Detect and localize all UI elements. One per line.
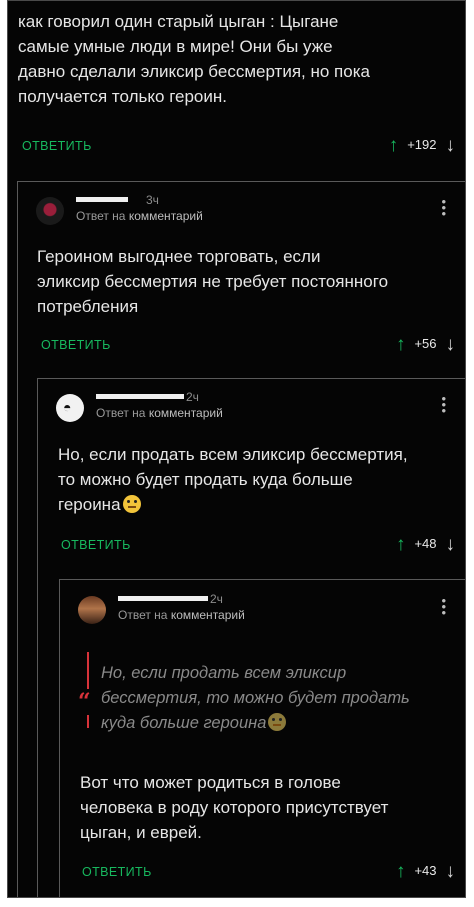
quote-line: Но, если продать всем эликсир <box>101 664 347 682</box>
vote-control: ↑ +43 ↓ <box>396 861 455 883</box>
arrow-up-icon[interactable]: ↑ <box>396 861 406 882</box>
text-line: эликсир бессмертия не требует постоянног… <box>37 272 389 291</box>
quote-line-with-emoji: куда больше героина <box>101 711 456 736</box>
more-vertical-icon[interactable]: • • • <box>441 392 446 417</box>
text-line: человека в роду которого присутствует <box>80 798 389 817</box>
more-vertical-icon[interactable]: • • • <box>441 594 446 619</box>
reply-to-link[interactable]: комментарий <box>171 608 245 622</box>
comment-3-header: ◓ 2ч Ответ на комментарий • • • <box>56 390 456 428</box>
thread-line <box>59 579 60 897</box>
timestamp: 2ч <box>186 390 199 404</box>
reply-button[interactable]: ОТВЕТИТЬ <box>82 865 152 879</box>
score: +48 <box>414 536 437 551</box>
text-line: потребления <box>37 297 139 316</box>
reply-to-prefix: Ответ на <box>96 406 146 420</box>
comment-3-text: Но, если продать всем эликсир бессмертия… <box>58 442 458 517</box>
username-redacted[interactable] <box>96 394 184 399</box>
thread-divider <box>37 378 465 379</box>
arrow-up-icon[interactable]: ↑ <box>389 135 399 156</box>
avatar[interactable]: ◓ <box>56 394 84 422</box>
thread-divider <box>59 579 465 580</box>
username-redacted[interactable] <box>118 596 208 601</box>
text-line: Вот что может родиться в голове <box>80 773 341 792</box>
quoted-text: Но, если продать всем эликсир бессмертия… <box>101 661 456 736</box>
reply-to[interactable]: Ответ на комментарий <box>76 209 203 223</box>
comment-4-header: 2ч Ответ на комментарий • • • <box>78 592 456 630</box>
reply-to[interactable]: Ответ на комментарий <box>118 608 245 622</box>
reply-button[interactable]: ОТВЕТИТЬ <box>61 538 131 552</box>
text-line: как говорил один старый цыган : Цыгане <box>18 12 339 31</box>
comment-4-text: Вот что может родиться в голове человека… <box>80 770 460 845</box>
arrow-up-icon[interactable]: ↑ <box>396 334 406 355</box>
thinking-face-icon <box>122 495 141 513</box>
text-line: давно сделали эликсир бессмертия, но пок… <box>18 62 370 81</box>
reply-button[interactable]: ОТВЕТИТЬ <box>41 338 111 352</box>
thread-divider <box>17 181 465 182</box>
username-redacted[interactable] <box>76 197 128 202</box>
thread-line <box>37 378 38 897</box>
comment-2-header: 3ч Ответ на комментарий • • • <box>36 193 456 231</box>
reply-to[interactable]: Ответ на комментарий <box>96 406 223 420</box>
comment-2-text: Героином выгоднее торговать, если эликси… <box>37 244 457 319</box>
thinking-face-icon <box>268 713 287 731</box>
text-line: Героином выгоднее торговать, если <box>37 247 321 266</box>
avatar[interactable] <box>78 596 106 624</box>
score: +43 <box>414 863 437 878</box>
reply-button[interactable]: ОТВЕТИТЬ <box>22 139 92 153</box>
comment-1-text: как говорил один старый цыган : Цыгане с… <box>18 9 458 109</box>
arrow-down-icon[interactable]: ↓ <box>446 334 456 355</box>
arrow-down-icon[interactable]: ↓ <box>446 135 456 156</box>
text-line: цыган, и еврей. <box>80 823 202 842</box>
text-line: то можно будет продать куда больше <box>58 470 353 489</box>
reply-to-prefix: Ответ на <box>76 209 126 223</box>
reply-to-link[interactable]: комментарий <box>129 209 203 223</box>
avatar-glyph: ◓ <box>63 399 72 415</box>
reply-to-link[interactable]: комментарий <box>149 406 223 420</box>
text-line-with-emoji: героина <box>58 492 458 517</box>
text-line: Но, если продать всем эликсир бессмертия… <box>58 445 408 464</box>
timestamp: 2ч <box>210 592 223 606</box>
timestamp: 3ч <box>146 193 159 207</box>
quote-line: куда больше героина <box>101 714 267 732</box>
vote-control: ↑ +48 ↓ <box>396 534 455 556</box>
avatar[interactable] <box>36 197 64 225</box>
arrow-down-icon[interactable]: ↓ <box>446 861 456 882</box>
more-vertical-icon[interactable]: • • • <box>441 195 446 220</box>
score: +192 <box>407 137 437 152</box>
arrow-up-icon[interactable]: ↑ <box>396 534 406 555</box>
text-line: героина <box>58 495 121 514</box>
vote-control: ↑ +192 ↓ <box>389 135 455 157</box>
score: +56 <box>414 336 437 351</box>
text-line: самые умные люди в мире! Они бы уже <box>18 37 333 56</box>
text-line: получается только героин. <box>18 87 227 106</box>
reply-to-prefix: Ответ на <box>118 608 168 622</box>
quote-line: бессмертия, то можно будет продать <box>101 689 410 707</box>
comment-thread: как говорил один старый цыган : Цыгане с… <box>7 0 466 898</box>
thread-line <box>17 181 18 897</box>
quote-icon: “ <box>76 689 93 715</box>
vote-control: ↑ +56 ↓ <box>396 334 455 356</box>
arrow-down-icon[interactable]: ↓ <box>446 534 456 555</box>
